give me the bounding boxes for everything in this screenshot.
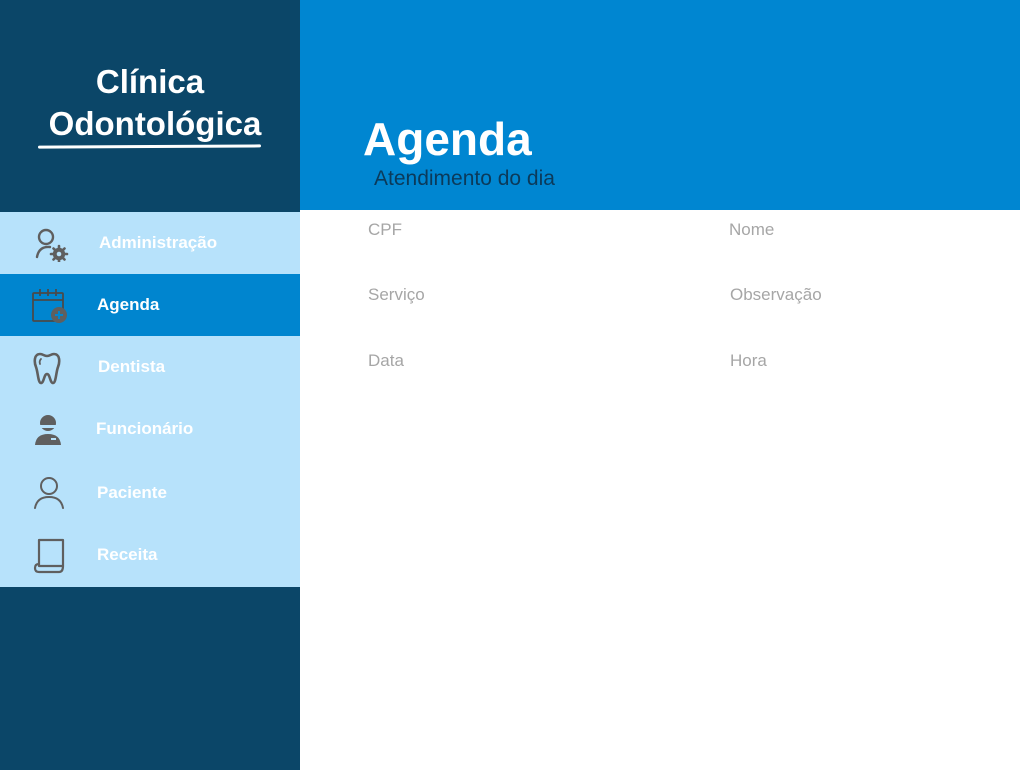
sidebar: Clínica Odontológica Administração Agend… [0,0,300,770]
observacao-field[interactable]: Observação [730,284,822,306]
sidebar-nav: Administração Agenda Dentista Funcionári… [0,212,300,587]
hora-field[interactable]: Hora [730,350,767,372]
scroll-icon [30,538,70,574]
page-title: Agenda [363,113,532,165]
brand: Clínica Odontológica [0,0,300,212]
brand-title-line2: Odontológica [48,105,262,142]
servico-field[interactable]: Serviço [368,284,425,306]
brand-title-line1: Clínica [95,63,205,100]
sidebar-item-label: Dentista [98,357,166,376]
nome-field[interactable]: Nome [729,219,774,241]
sidebar-item-label: Agenda [97,295,160,314]
employee-icon [30,412,70,448]
sidebar-item-label: Administração [99,233,218,252]
sidebar-item-dentista[interactable]: Dentista [0,336,300,398]
admin-gear-icon [30,226,70,262]
data-field[interactable]: Data [368,350,404,372]
sidebar-item-paciente[interactable]: Paciente [0,462,300,524]
sidebar-item-administracao[interactable]: Administração [0,212,300,274]
tooth-icon [30,350,70,386]
sidebar-item-funcionario[interactable]: Funcionário [0,398,300,460]
sidebar-item-label: Funcionário [96,419,194,438]
sidebar-item-label: Receita [97,545,158,564]
page-subtitle: Atendimento do dia [374,167,555,190]
page-header: Agenda Atendimento do dia [300,0,1020,210]
sidebar-item-receita[interactable]: Receita [0,524,300,586]
brand-underline [37,144,262,149]
sidebar-item-label: Paciente [97,483,167,502]
calendar-add-icon [30,288,70,324]
cpf-field[interactable]: CPF [368,219,402,241]
user-icon [30,476,70,512]
sidebar-item-agenda[interactable]: Agenda [0,274,300,336]
